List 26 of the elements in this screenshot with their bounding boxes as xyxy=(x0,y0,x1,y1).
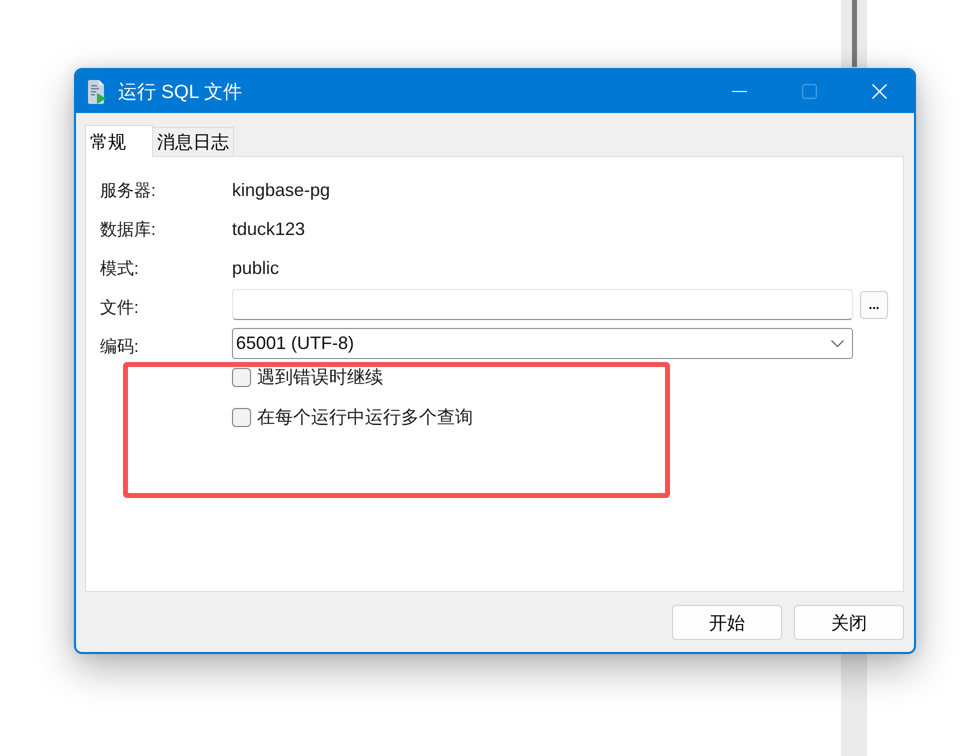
maximize-icon xyxy=(802,84,816,99)
browse-button[interactable]: ... xyxy=(860,290,888,318)
encoding-dropdown[interactable]: 65001 (UTF-8) xyxy=(232,328,853,359)
field-label: 模式: xyxy=(100,258,140,280)
dialog-button[interactable]: 关闭 xyxy=(794,605,904,640)
field-value: kingbase-pg xyxy=(232,178,330,200)
file-path-field[interactable] xyxy=(232,289,853,320)
field-label: 数据库: xyxy=(100,218,157,240)
minimize-icon xyxy=(732,91,746,92)
window-title: 运行 SQL 文件 xyxy=(118,80,242,104)
checkbox[interactable] xyxy=(232,368,251,386)
field-label: 服务器: xyxy=(100,180,157,202)
field-label: 编码: xyxy=(100,336,140,358)
option-label[interactable]: 遇到错误时继续 xyxy=(257,365,383,389)
field-value: public xyxy=(232,256,280,278)
option-label[interactable]: 在每个运行中运行多个查询 xyxy=(257,405,473,429)
field-label: 文件: xyxy=(100,296,140,318)
tab[interactable]: 常规 xyxy=(85,125,153,157)
close-icon xyxy=(872,84,886,99)
dialog-button[interactable]: 开始 xyxy=(672,605,782,640)
document-play-icon xyxy=(87,80,107,104)
field-value: tduck123 xyxy=(232,218,306,240)
checkbox[interactable] xyxy=(232,408,251,426)
chevron-down-icon xyxy=(831,340,844,347)
tab[interactable]: 消息日志 xyxy=(152,127,234,156)
scrollbar-thumb[interactable] xyxy=(852,0,857,67)
